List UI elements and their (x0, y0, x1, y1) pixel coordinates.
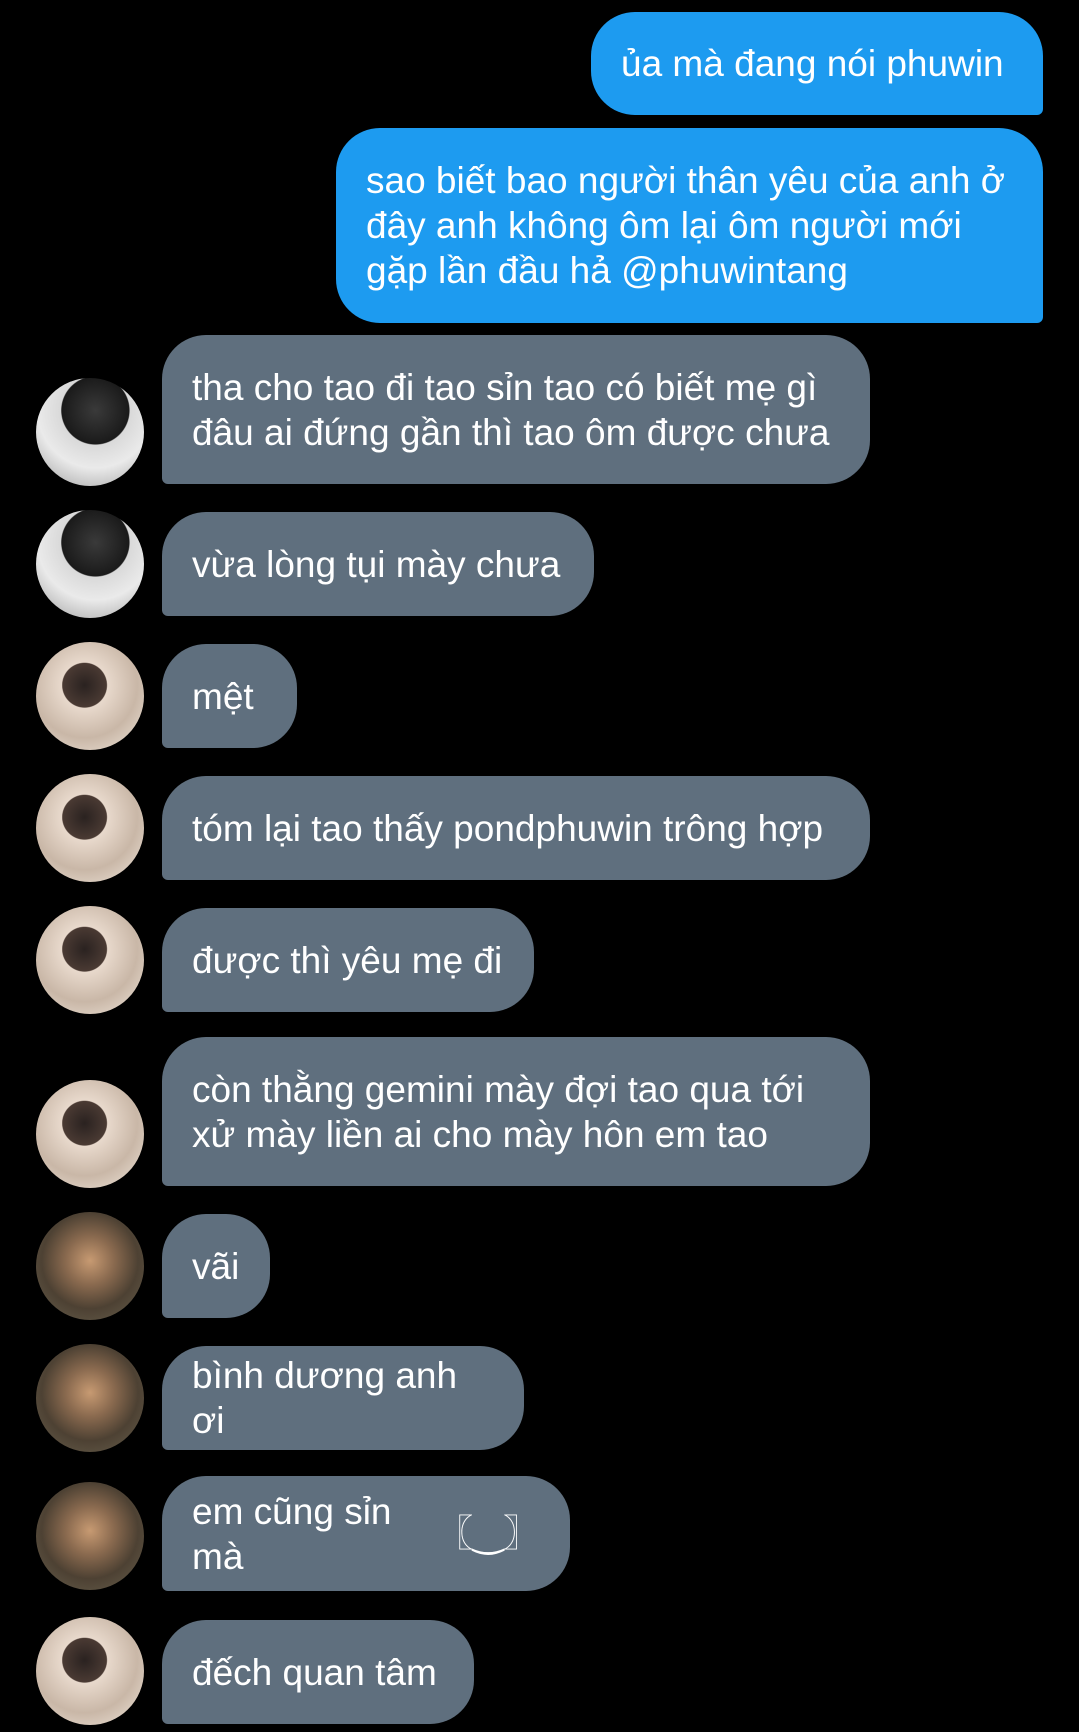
avatar[interactable] (36, 1212, 144, 1320)
message-text: vãi (192, 1245, 240, 1287)
message-bubble-received[interactable]: được thì yêu mẹ đi (162, 908, 534, 1012)
message-text: bình dương anh ơi (192, 1355, 458, 1441)
avatar[interactable] (36, 1482, 144, 1590)
message-bubble-received[interactable]: em cũng sỉn mà 〖‿〗 (162, 1476, 570, 1591)
message-bubble-received[interactable]: mệt (162, 644, 297, 748)
message-text: em cũng sỉn mà (192, 1490, 392, 1577)
avatar[interactable] (36, 906, 144, 1014)
message-text: sao biết bao người thân yêu của anh ở đâ… (366, 160, 1006, 291)
message-bubble-received[interactable]: tóm lại tao thấy pondphuwin trông hợp (162, 776, 870, 880)
avatar[interactable] (36, 642, 144, 750)
message-bubble-sent[interactable]: sao biết bao người thân yêu của anh ở đâ… (336, 128, 1043, 323)
message-text: đếch quan tâm (192, 1651, 437, 1693)
avatar[interactable] (36, 1617, 144, 1725)
avatar[interactable] (36, 510, 144, 618)
message-text: tóm lại tao thấy pondphuwin trông hợp (192, 807, 824, 849)
message-bubble-received[interactable]: còn thằng gemini mày đợi tao qua tới xử … (162, 1037, 870, 1186)
message-text: được thì yêu mẹ đi (192, 939, 503, 981)
message-bubble-received[interactable]: bình dương anh ơi (162, 1346, 524, 1450)
kaomoji: 〖‿〗 (436, 1513, 540, 1554)
message-bubble-received[interactable]: vừa lòng tụi mày chưa (162, 512, 594, 616)
message-text: vừa lòng tụi mày chưa (192, 543, 561, 585)
avatar[interactable] (36, 378, 144, 486)
message-text: mệt (192, 675, 254, 717)
message-bubble-received[interactable]: vãi (162, 1214, 270, 1318)
avatar[interactable] (36, 1344, 144, 1452)
message-bubble-sent[interactable]: ủa mà đang nói phuwin (591, 12, 1043, 115)
message-bubble-received[interactable]: đếch quan tâm (162, 1620, 474, 1724)
message-text: ủa mà đang nói phuwin (621, 43, 1004, 84)
message-bubble-received[interactable]: tha cho tao đi tao sỉn tao có biết mẹ gì… (162, 335, 870, 484)
message-text: còn thằng gemini mày đợi tao qua tới xử … (192, 1068, 805, 1155)
avatar[interactable] (36, 774, 144, 882)
message-text: tha cho tao đi tao sỉn tao có biết mẹ gì… (192, 366, 830, 453)
avatar[interactable] (36, 1080, 144, 1188)
